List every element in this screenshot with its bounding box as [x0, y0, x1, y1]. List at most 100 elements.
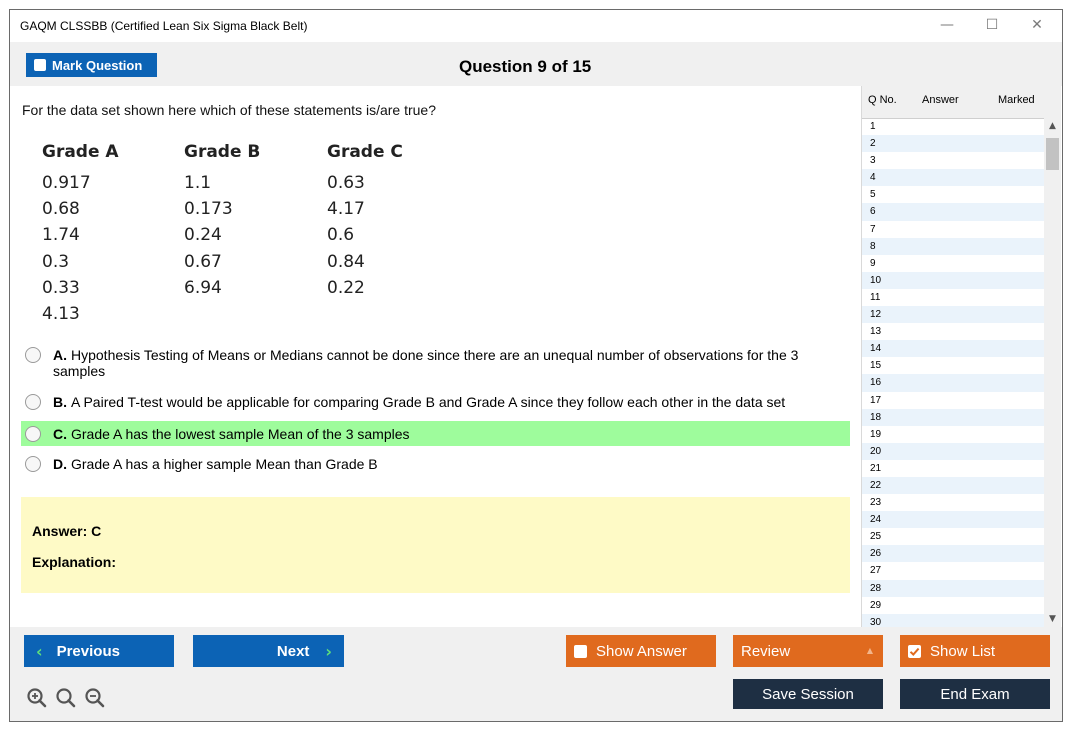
question-list-row[interactable]: 26 [862, 545, 1044, 563]
table-cell: 0.68 [42, 199, 80, 220]
answer-panel: Answer: C Explanation: [21, 497, 850, 593]
zoom-out-icon[interactable] [84, 687, 106, 714]
previous-button[interactable]: ‹ Previous [24, 635, 174, 667]
option-text: Grade A has the lowest sample Mean of th… [71, 425, 410, 442]
option-c[interactable]: C. Grade A has the lowest sample Mean of … [21, 421, 850, 446]
scroll-up-icon[interactable]: ▲ [1044, 118, 1061, 134]
explanation-label: Explanation: [32, 554, 117, 570]
question-list-row[interactable]: 19 [862, 426, 1044, 443]
option-text: A Paired T-test would be applicable for … [71, 394, 786, 410]
question-list-row[interactable]: 17 [862, 392, 1044, 409]
mark-question-button[interactable]: Mark Question [26, 53, 157, 77]
save-session-button[interactable]: Save Session [733, 679, 883, 709]
question-list-row[interactable]: 4 [862, 169, 1044, 187]
show-answer-button[interactable]: Show Answer [566, 635, 716, 667]
radio-button[interactable] [25, 456, 41, 472]
question-list-row[interactable]: 5 [862, 186, 1044, 203]
header-marked[interactable]: Marked [998, 94, 1035, 106]
table-cell: 4.17 [327, 199, 365, 220]
question-list-row[interactable]: 28 [862, 579, 1044, 597]
question-list-header: Q No. Answer Marked [862, 86, 1061, 119]
question-list-panel: Q No. Answer Marked 1 2 3 4 5 6 7 8 9 10 11 12 13 14 1… [861, 86, 1061, 631]
option-b[interactable]: B. A Paired T-test would be applicable fo… [21, 394, 850, 410]
checkbox-icon[interactable] [574, 644, 587, 658]
question-list-rows: 1 2 3 4 5 6 7 8 9 10 11 12 13 14 15 16 17 18 19 20 21 22 23 24 2… [862, 118, 1044, 631]
question-list-row[interactable]: 21 [862, 460, 1044, 477]
question-list-row[interactable]: 12 [862, 306, 1044, 324]
review-dropdown[interactable]: Review ▲ [733, 635, 883, 667]
column-header: Grade C [327, 142, 403, 162]
show-answer-label: Show Answer [596, 642, 687, 660]
question-list-row[interactable]: 23 [862, 494, 1044, 511]
header-qno[interactable]: Q No. [868, 94, 897, 106]
question-list-row[interactable]: 10 [862, 271, 1044, 289]
table-cell: 0.22 [327, 277, 365, 298]
question-list-row[interactable]: 27 [862, 562, 1044, 579]
app-window: GAQM CLSSBB (Certified Lean Six Sigma Bl… [9, 9, 1063, 722]
question-text: For the data set shown here which of the… [22, 102, 436, 118]
checkbox-checked-icon[interactable] [908, 644, 921, 658]
scrollbar[interactable]: ▲ ▼ [1044, 118, 1061, 627]
review-label: Review [741, 642, 791, 660]
table-cell: 0.917 [42, 173, 91, 193]
maximize-icon[interactable]: ☐ [982, 16, 1002, 34]
option-letter: C. [53, 425, 67, 442]
close-icon[interactable]: ✕ [1027, 16, 1047, 34]
option-a[interactable]: A. Hypothesis Testing of Means or Medians… [21, 347, 850, 379]
table-cell: 0.6 [327, 225, 355, 246]
radio-button[interactable] [25, 347, 41, 363]
next-button[interactable]: Next › [193, 635, 344, 667]
question-list-row[interactable]: 22 [862, 476, 1044, 495]
option-letter: A. [53, 347, 67, 363]
previous-label: Previous [56, 642, 120, 660]
next-label: Next [276, 642, 310, 660]
option-text: Grade A has a higher sample Mean than Gr… [71, 456, 378, 472]
table-cell: 6.94 [184, 277, 222, 298]
question-list-row[interactable]: 2 [862, 135, 1044, 153]
table-cell: 0.33 [42, 277, 80, 298]
minimize-icon[interactable]: — [937, 16, 957, 34]
radio-button[interactable] [25, 425, 41, 442]
table-cell: 1.1 [184, 173, 212, 193]
question-list-row[interactable]: 9 [862, 255, 1044, 272]
question-list-row[interactable]: 16 [862, 374, 1044, 392]
scroll-down-icon[interactable]: ▼ [1044, 611, 1061, 627]
question-list-row[interactable]: 6 [862, 203, 1044, 221]
column-header: Grade A [42, 142, 119, 162]
question-list-row[interactable]: 11 [862, 289, 1044, 306]
show-list-label: Show List [930, 642, 996, 660]
question-list-row[interactable]: 8 [862, 237, 1044, 255]
question-list-row[interactable]: 25 [862, 528, 1044, 545]
zoom-in-icon[interactable] [26, 687, 48, 714]
question-list-row[interactable]: 13 [862, 323, 1044, 340]
question-header: Mark Question Question 9 of 15 [10, 42, 1062, 86]
end-exam-label: End Exam [940, 685, 1010, 703]
navigation-bar: ‹ Previous Next › Show Answer Review ▲ S… [10, 627, 1062, 721]
option-d-body: D. Grade A has a higher sample Mean than … [53, 456, 378, 472]
question-list-row[interactable]: 20 [862, 442, 1044, 460]
question-list-row[interactable]: 3 [862, 152, 1044, 169]
option-d[interactable]: D. Grade A has a higher sample Mean than … [21, 456, 850, 472]
scroll-thumb[interactable] [1046, 138, 1059, 170]
question-list-row[interactable]: 15 [862, 357, 1044, 374]
show-list-button[interactable]: Show List [900, 635, 1050, 667]
question-list-row[interactable]: 24 [862, 511, 1044, 529]
end-exam-button[interactable]: End Exam [900, 679, 1050, 709]
checkbox-icon[interactable] [34, 59, 46, 71]
question-list-row[interactable]: 14 [862, 340, 1044, 358]
answer-text: Answer: C [32, 523, 102, 539]
question-list-row[interactable]: 7 [862, 221, 1044, 238]
grade-c-column: Grade C 0.63 4.17 0.6 0.84 0.22 [327, 141, 467, 302]
question-list-row[interactable]: 1 [862, 118, 1044, 135]
table-cell: 0.67 [184, 251, 222, 272]
dropdown-arrow-icon[interactable]: ▲ [867, 646, 873, 655]
question-list-row[interactable]: 29 [862, 597, 1044, 614]
chevron-left-icon: ‹ [36, 641, 43, 661]
zoom-reset-icon[interactable] [55, 687, 77, 714]
option-b-body: B. A Paired T-test would be applicable fo… [53, 394, 785, 410]
header-answer[interactable]: Answer [922, 94, 959, 106]
question-list-row[interactable]: 18 [862, 408, 1044, 426]
option-text: Hypothesis Testing of Means or Medians c… [53, 347, 799, 379]
radio-button[interactable] [25, 394, 41, 410]
column-header: Grade B [184, 142, 261, 162]
